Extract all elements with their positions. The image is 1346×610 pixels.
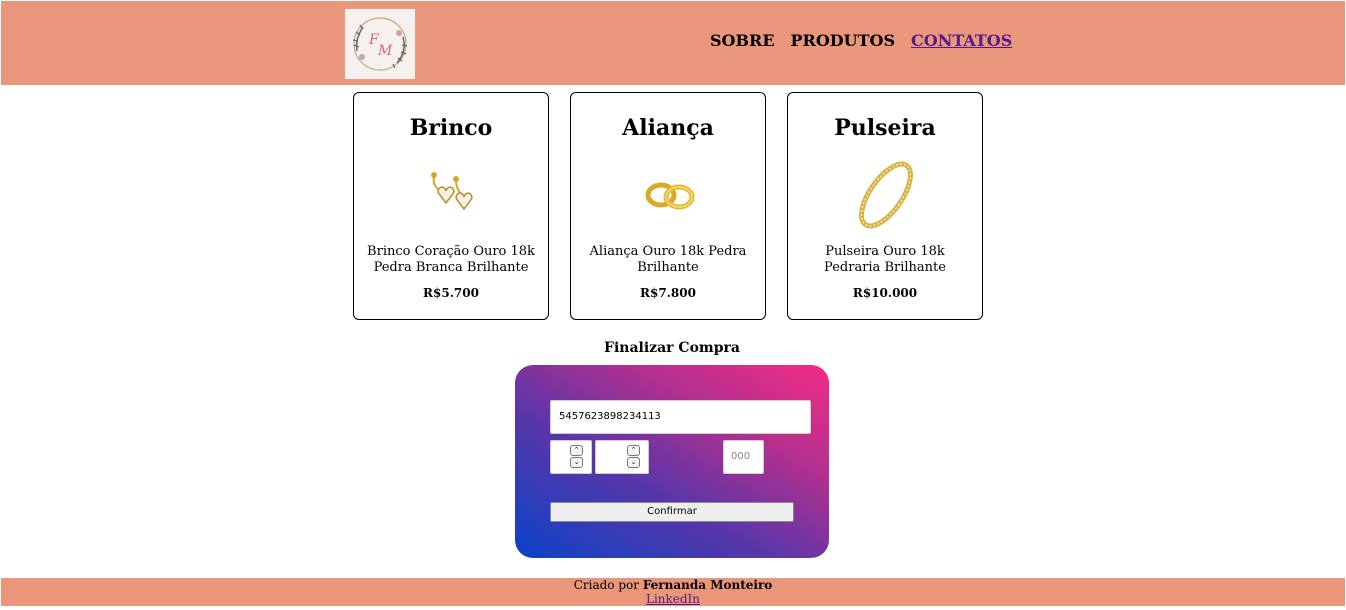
confirm-button[interactable]: Confirmar (550, 502, 794, 522)
main-nav: SOBRE PRODUTOS CONTATOS (710, 31, 1012, 50)
product-title: Brinco (409, 115, 493, 141)
brand-logo[interactable]: F M (345, 9, 415, 79)
chevron-up-icon[interactable]: ⌃ (627, 445, 640, 456)
product-card-brinco: Brinco Brinco Coração Ouro 18k Pedra Bra… (353, 92, 549, 320)
earring-image (431, 172, 473, 211)
expiry-month-stepper[interactable]: ⌃ ⌄ (550, 440, 592, 474)
product-description: Pulseira Ouro 18k Pedraria Brilhante (824, 244, 946, 275)
checkout-form: 5457623898234113 ⌃ ⌄ ⌃ ⌄ 000 Confirmar (515, 365, 829, 558)
logo-wreath-icon: F M (352, 17, 408, 71)
product-price: R$7.800 (640, 286, 696, 300)
product-title: Pulseira (834, 115, 936, 141)
chevron-up-icon[interactable]: ⌃ (570, 445, 583, 456)
chevron-down-icon[interactable]: ⌄ (627, 457, 640, 468)
product-price: R$10.000 (852, 286, 918, 300)
product-price: R$5.700 (423, 286, 479, 300)
product-description: Brinco Coração Ouro 18k Pedra Branca Bri… (367, 244, 535, 275)
ring-image (645, 182, 695, 210)
footer-credit: Criado por Fernanda Monteiro (1, 578, 1345, 592)
logo-m-letter: M (377, 43, 393, 59)
product-card-alianca: Aliança Aliança Ouro 18k Pedra Brilhante… (570, 92, 766, 320)
product-title: Aliança (622, 115, 714, 141)
expiry-year-stepper[interactable]: ⌃ ⌄ (595, 440, 649, 474)
footer-created-by: Criado por (573, 578, 639, 592)
checkout-title: Finalizar Compra (604, 340, 740, 356)
linkedin-link[interactable]: LinkedIn (646, 592, 700, 606)
bracelet-image (859, 161, 913, 229)
nav-link-contatos[interactable]: CONTATOS (911, 31, 1012, 50)
product-card-pulseira: Pulseira Pulseira Ouro 18k Pedraria Bril… (787, 92, 983, 320)
nav-link-produtos[interactable]: PRODUTOS (791, 31, 896, 50)
site-footer: Criado por Fernanda Monteiro LinkedIn (1, 578, 1345, 606)
cvv-input[interactable]: 000 (723, 440, 764, 474)
product-description: Aliança Ouro 18k Pedra Brilhante (589, 244, 747, 275)
card-number-input[interactable]: 5457623898234113 (550, 400, 811, 434)
site-header: F M SOBRE PRODUTOS CONTATOS (1, 1, 1345, 85)
nav-link-sobre[interactable]: SOBRE (710, 31, 775, 50)
chevron-down-icon[interactable]: ⌄ (570, 457, 583, 468)
footer-author: Fernanda Monteiro (642, 578, 773, 592)
